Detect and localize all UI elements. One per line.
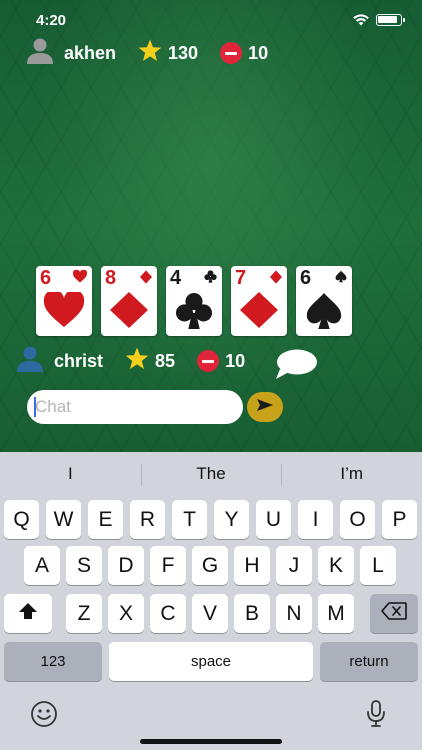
return-key[interactable]: return — [320, 642, 418, 681]
opponent-info: akhen 130 10 — [26, 37, 268, 69]
suggestion-item[interactable]: I — [0, 452, 141, 496]
spade-icon — [335, 270, 347, 288]
card-rank: 8 — [105, 267, 117, 289]
player-penalty: 10 — [225, 350, 246, 371]
key-w[interactable]: W — [46, 500, 81, 539]
shift-icon — [18, 602, 38, 626]
send-icon — [256, 398, 274, 417]
card-7-diamonds[interactable]: 7 — [231, 266, 287, 336]
penalty-icon — [197, 350, 220, 372]
card-4-clubs[interactable]: 4 — [166, 266, 222, 336]
microphone-icon[interactable] — [366, 700, 386, 733]
key-t[interactable]: T — [172, 500, 207, 539]
heart-icon — [43, 289, 85, 333]
key-b[interactable]: B — [234, 594, 270, 633]
card-rank: 6 — [40, 267, 52, 289]
chat-input[interactable] — [27, 390, 243, 424]
delete-key[interactable] — [370, 594, 418, 633]
key-h[interactable]: H — [234, 546, 270, 585]
key-f[interactable]: F — [150, 546, 186, 585]
key-v[interactable]: V — [192, 594, 228, 633]
suggestion-bar: I The I’m — [0, 452, 422, 496]
player-info: christ 85 10 — [16, 345, 245, 377]
key-y[interactable]: Y — [214, 500, 249, 539]
key-l[interactable]: L — [360, 546, 396, 585]
key-s[interactable]: S — [66, 546, 102, 585]
text-caret — [34, 397, 36, 417]
player-score: 85 — [155, 350, 176, 371]
opponent-score: 130 — [168, 42, 199, 63]
spade-icon — [304, 292, 344, 335]
key-x[interactable]: X — [108, 594, 144, 633]
heart-icon — [72, 269, 88, 288]
opponent-penalty: 10 — [248, 42, 269, 63]
suggestion-item[interactable]: I’m — [281, 452, 422, 496]
key-d[interactable]: D — [108, 546, 144, 585]
key-p[interactable]: P — [382, 500, 417, 539]
emoji-icon[interactable] — [30, 700, 58, 733]
card-8-diamonds[interactable]: 8 — [101, 266, 157, 336]
key-u[interactable]: U — [256, 500, 291, 539]
diamond-icon — [239, 292, 279, 333]
keyboard: I The I’m Q W E R T Y U I O P A S D F G … — [0, 452, 422, 750]
avatar-icon — [26, 37, 54, 70]
player-name: christ — [54, 350, 104, 371]
card-rank: 7 — [235, 267, 247, 289]
wifi-icon — [352, 13, 370, 31]
status-bar: 4:20 — [0, 0, 422, 40]
key-j[interactable]: J — [276, 546, 312, 585]
key-m[interactable]: M — [318, 594, 354, 633]
key-i[interactable]: I — [298, 500, 333, 539]
status-time: 4:20 — [36, 12, 67, 29]
star-icon — [138, 39, 162, 67]
numbers-key[interactable]: 123 — [4, 642, 102, 681]
card-6-spades[interactable]: 6 — [296, 266, 352, 336]
key-n[interactable]: N — [276, 594, 312, 633]
key-k[interactable]: K — [318, 546, 354, 585]
player-hand: 6 8 4 7 6 — [36, 266, 352, 336]
speech-bubble-icon[interactable] — [274, 348, 318, 385]
suggestion-item[interactable]: The — [140, 452, 282, 496]
key-g[interactable]: G — [192, 546, 228, 585]
shift-key[interactable] — [4, 594, 52, 633]
key-e[interactable]: E — [88, 500, 123, 539]
key-q[interactable]: Q — [4, 500, 39, 539]
diamond-icon — [109, 292, 149, 333]
battery-icon — [376, 14, 405, 26]
send-button[interactable] — [247, 392, 283, 422]
card-6-hearts[interactable]: 6 — [36, 266, 92, 336]
club-icon — [204, 270, 217, 288]
diamond-icon — [140, 270, 152, 289]
diamond-icon — [270, 270, 282, 289]
backspace-icon — [381, 601, 407, 626]
star-icon — [125, 347, 149, 375]
key-a[interactable]: A — [24, 546, 60, 585]
avatar-icon — [16, 345, 44, 378]
home-indicator — [140, 739, 282, 744]
key-r[interactable]: R — [130, 500, 165, 539]
space-key[interactable]: space — [109, 642, 313, 681]
club-icon — [174, 292, 214, 335]
opponent-name: akhen — [64, 42, 117, 63]
key-z[interactable]: Z — [66, 594, 102, 633]
card-rank: 4 — [170, 267, 182, 289]
card-rank: 6 — [300, 267, 312, 289]
penalty-icon — [220, 42, 243, 64]
key-c[interactable]: C — [150, 594, 186, 633]
key-o[interactable]: O — [340, 500, 375, 539]
